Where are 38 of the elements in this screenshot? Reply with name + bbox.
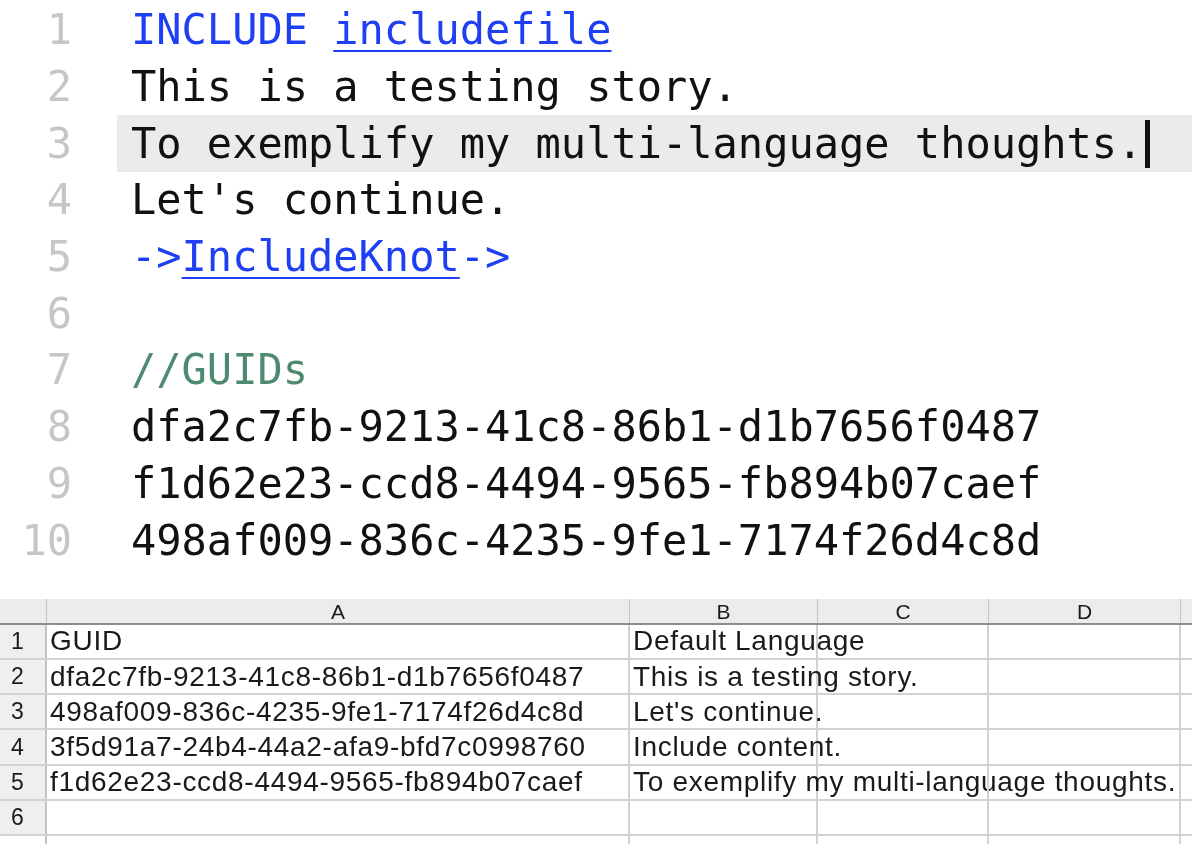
cell-text: 498af009-836c-4235-9fe1-7174f26d4c8d	[50, 697, 585, 726]
line-number: 3	[45, 122, 72, 165]
row-number[interactable]: 3	[11, 700, 24, 724]
line-number: 5	[45, 236, 72, 279]
row-number[interactable]: 5	[11, 770, 24, 794]
code-line: //GUIDs	[131, 349, 308, 392]
line-number: 2	[45, 66, 72, 109]
row-number[interactable]: 1	[11, 629, 24, 653]
column-label[interactable]: D	[1076, 600, 1093, 623]
cell-text: Include content.	[633, 733, 842, 762]
code-line: This is a testing story.	[131, 66, 738, 109]
cell-text: GUID	[50, 627, 123, 656]
line-number: 8	[45, 406, 72, 449]
line-number: 9	[45, 462, 72, 505]
line-number: 10	[20, 519, 72, 562]
row-number[interactable]: 6	[11, 805, 24, 829]
line-number: 1	[45, 9, 72, 52]
cell-text: This is a testing story.	[633, 662, 919, 691]
cell-text: To exemplify my multi-language thoughts.	[633, 768, 1177, 797]
row-number[interactable]: 4	[11, 735, 24, 759]
line-number: 7	[45, 349, 72, 392]
line-number: 4	[45, 179, 72, 222]
code-line: 498af009-836c-4235-9fe1-7174f26d4c8d	[131, 519, 1042, 562]
cell-text: dfa2c7fb-9213-41c8-86b1-d1b7656f0487	[50, 662, 585, 691]
code-line: dfa2c7fb-9213-41c8-86b1-d1b7656f0487	[131, 406, 1042, 449]
column-label[interactable]: A	[331, 600, 345, 623]
cell-text: Default Language	[633, 627, 866, 656]
cell-text: f1d62e23-ccd8-4494-9565-fb894b07caef	[50, 768, 583, 797]
column-label[interactable]: C	[895, 600, 911, 623]
code-line: Let's continue.	[131, 179, 511, 222]
cell-text: 3f5d91a7-24b4-44a2-afa9-bfd7c0998760	[50, 733, 586, 762]
column-label[interactable]: B	[716, 600, 731, 623]
text-cursor-icon	[1145, 119, 1151, 168]
row-number[interactable]: 2	[11, 665, 24, 689]
code-line: To exemplify my multi-language thoughts.	[131, 122, 1143, 165]
line-number: 6	[45, 292, 72, 335]
code-line: f1d62e23-ccd8-4494-9565-fb894b07caef	[131, 462, 1042, 505]
cell-text: Let's continue.	[633, 697, 824, 726]
